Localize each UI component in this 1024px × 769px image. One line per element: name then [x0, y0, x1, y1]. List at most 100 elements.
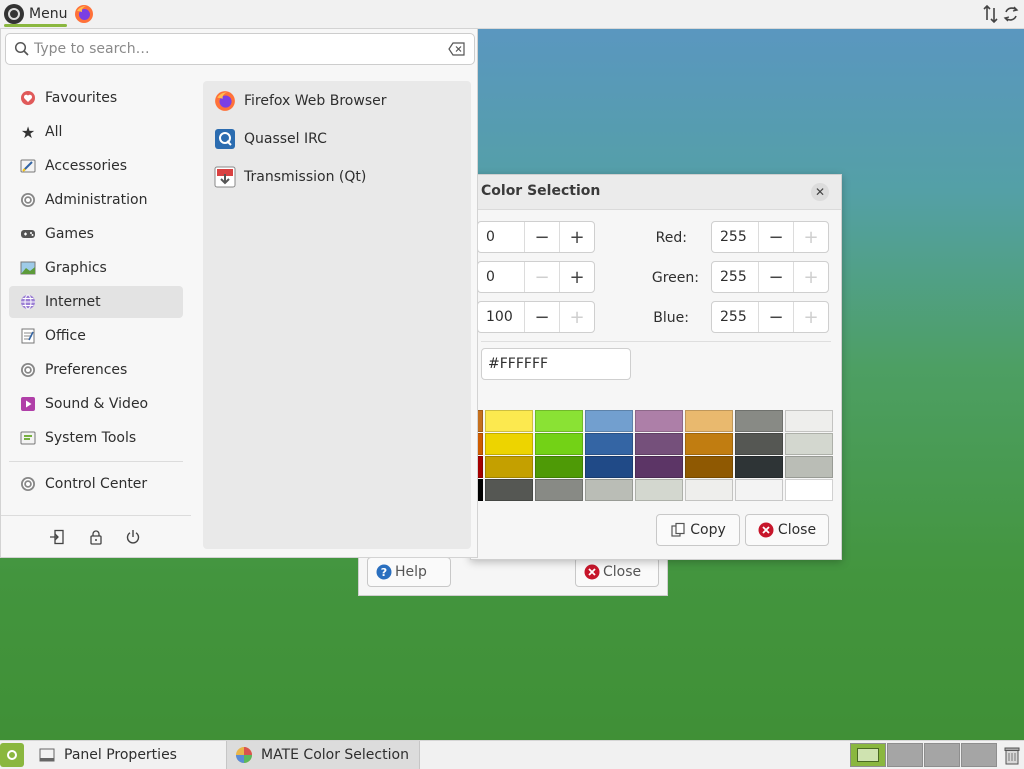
app-transmission[interactable]: Transmission (Qt): [213, 161, 366, 193]
category-accessories[interactable]: Accessories: [9, 150, 183, 182]
refresh-icon[interactable]: [1002, 4, 1020, 24]
search-input[interactable]: [30, 40, 448, 58]
color-swatch[interactable]: [735, 433, 783, 455]
color-swatch[interactable]: [685, 433, 733, 455]
color-swatch[interactable]: [535, 479, 583, 501]
green-spinbutton[interactable]: 255 − +: [711, 261, 829, 293]
color-swatch[interactable]: [535, 433, 583, 455]
color-swatch[interactable]: [585, 456, 633, 478]
green-increment-button[interactable]: +: [793, 262, 828, 292]
gamepad-icon: [19, 226, 37, 242]
category-all[interactable]: ★ All: [9, 116, 183, 148]
clear-search-icon[interactable]: [448, 42, 466, 56]
color-swatch[interactable]: [785, 433, 833, 455]
color-swatch[interactable]: [485, 456, 533, 478]
taskbar-mate-color-selection[interactable]: MATE Color Selection: [226, 741, 420, 769]
menu-button[interactable]: Menu: [0, 0, 71, 28]
app-quassel[interactable]: Quassel IRC: [213, 123, 327, 155]
show-desktop-button[interactable]: [0, 743, 24, 767]
value-decrement-button[interactable]: −: [524, 302, 559, 332]
color-swatch[interactable]: [485, 479, 533, 501]
search-box[interactable]: [5, 33, 475, 65]
color-swatch[interactable]: [585, 410, 633, 432]
lock-button[interactable]: [84, 525, 108, 549]
color-swatch[interactable]: [685, 410, 733, 432]
workspace-2[interactable]: [887, 743, 923, 767]
color-swatch[interactable]: [785, 456, 833, 478]
taskbar-panel-properties[interactable]: Panel Properties: [30, 741, 226, 769]
logout-icon: [50, 529, 64, 545]
blue-increment-button[interactable]: +: [793, 302, 828, 332]
color-swatch[interactable]: [585, 433, 633, 455]
hue-spinbutton[interactable]: 0 − +: [477, 221, 595, 253]
hex-color-entry[interactable]: #FFFFFF: [481, 348, 631, 380]
panel-close-button[interactable]: Close: [575, 557, 659, 587]
firefox-icon[interactable]: [74, 4, 94, 24]
color-swatch[interactable]: [635, 433, 683, 455]
app-label: Quassel IRC: [244, 131, 327, 147]
red-increment-button[interactable]: +: [793, 222, 828, 252]
color-swatch[interactable]: [735, 479, 783, 501]
saturation-decrement-button[interactable]: −: [524, 262, 559, 292]
app-firefox[interactable]: Firefox Web Browser: [213, 85, 387, 117]
color-swatch[interactable]: [485, 433, 533, 455]
category-control-center[interactable]: Control Center: [9, 468, 183, 500]
category-system-tools[interactable]: System Tools: [9, 422, 183, 454]
value-value[interactable]: 100: [478, 302, 524, 332]
blue-decrement-button[interactable]: −: [758, 302, 793, 332]
red-value[interactable]: 255: [712, 222, 758, 252]
color-swatch[interactable]: [735, 410, 783, 432]
value-spinbutton[interactable]: 100 − +: [477, 301, 595, 333]
saturation-increment-button[interactable]: +: [559, 262, 594, 292]
saturation-value[interactable]: 0: [478, 262, 524, 292]
category-administration[interactable]: Administration: [9, 184, 183, 216]
logout-button[interactable]: [45, 525, 69, 549]
color-swatch[interactable]: [785, 410, 833, 432]
category-label: Sound & Video: [45, 396, 149, 412]
green-decrement-button[interactable]: −: [758, 262, 793, 292]
category-label: Internet: [45, 294, 101, 310]
category-office[interactable]: Office: [9, 320, 183, 352]
color-swatch[interactable]: [485, 410, 533, 432]
trash-icon[interactable]: [1003, 745, 1021, 765]
red-decrement-button[interactable]: −: [758, 222, 793, 252]
hue-decrement-button[interactable]: −: [524, 222, 559, 252]
color-swatch[interactable]: [735, 456, 783, 478]
category-preferences[interactable]: Preferences: [9, 354, 183, 386]
dialog-titlebar[interactable]: Color Selection ✕: [471, 175, 841, 210]
help-button[interactable]: ? Help: [367, 557, 451, 587]
network-icon[interactable]: [982, 4, 1000, 24]
workspace-1[interactable]: [850, 743, 886, 767]
category-label: Office: [45, 328, 86, 344]
category-sound-video[interactable]: Sound & Video: [9, 388, 183, 420]
category-games[interactable]: Games: [9, 218, 183, 250]
value-increment-button[interactable]: +: [559, 302, 594, 332]
color-swatch[interactable]: [635, 456, 683, 478]
color-swatch[interactable]: [585, 479, 633, 501]
color-swatch[interactable]: [785, 479, 833, 501]
color-swatch[interactable]: [535, 410, 583, 432]
green-value[interactable]: 255: [712, 262, 758, 292]
category-internet[interactable]: Internet: [9, 286, 183, 318]
blue-spinbutton[interactable]: 255 − +: [711, 301, 829, 333]
workspace-3[interactable]: [924, 743, 960, 767]
color-swatch[interactable]: [635, 410, 683, 432]
search-icon: [14, 41, 29, 56]
blue-value[interactable]: 255: [712, 302, 758, 332]
saturation-spinbutton[interactable]: 0 − +: [477, 261, 595, 293]
dialog-close-button[interactable]: ✕: [811, 183, 829, 201]
hue-increment-button[interactable]: +: [559, 222, 594, 252]
close-button[interactable]: Close: [745, 514, 829, 546]
hue-value[interactable]: 0: [478, 222, 524, 252]
play-icon: [19, 396, 37, 412]
category-favourites[interactable]: Favourites: [9, 82, 183, 114]
red-spinbutton[interactable]: 255 − +: [711, 221, 829, 253]
color-swatch[interactable]: [685, 456, 733, 478]
copy-button[interactable]: Copy: [656, 514, 740, 546]
color-swatch[interactable]: [685, 479, 733, 501]
category-graphics[interactable]: Graphics: [9, 252, 183, 284]
power-button[interactable]: [121, 525, 145, 549]
color-swatch[interactable]: [635, 479, 683, 501]
workspace-4[interactable]: [961, 743, 997, 767]
color-swatch[interactable]: [535, 456, 583, 478]
